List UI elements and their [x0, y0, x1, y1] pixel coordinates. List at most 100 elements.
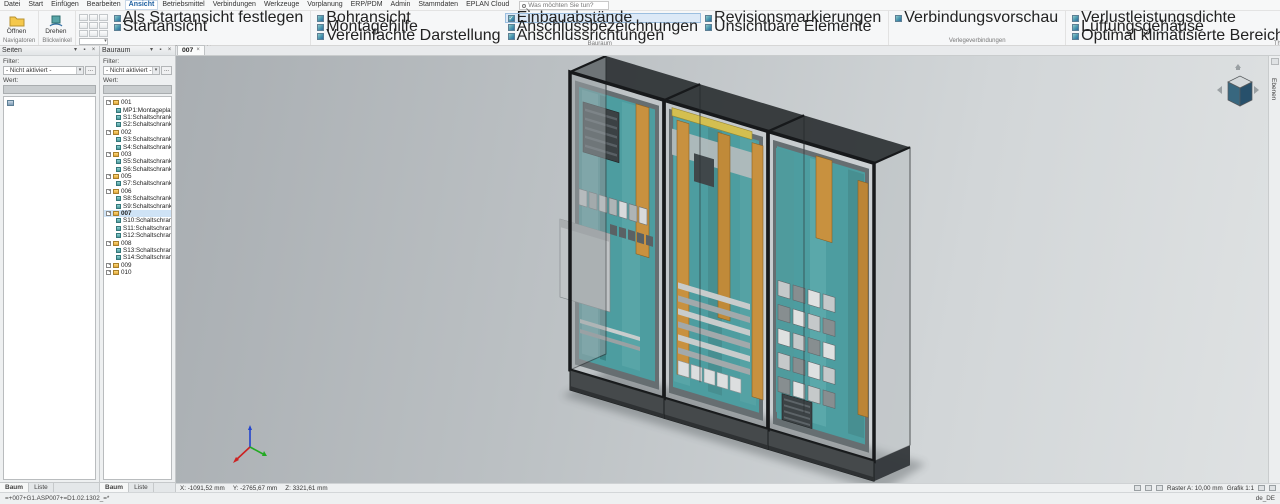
expander-icon[interactable] — [106, 152, 111, 157]
viewport-tab[interactable]: 007 × — [177, 45, 205, 55]
search-icon — [522, 4, 526, 8]
dock-icon[interactable] — [1271, 58, 1279, 65]
menu-tab[interactable]: Stammdaten — [414, 0, 462, 10]
ribbon-toggle[interactable]: Anschlussrichtungen — [506, 32, 700, 40]
tree-row[interactable]: S13:Schaltschrank — [104, 247, 171, 254]
rotate-view-button[interactable]: Drehen — [42, 12, 69, 35]
tree-row[interactable]: S4:Schaltschrank — [104, 143, 171, 150]
tree-row[interactable]: S10:Schaltschrank — [104, 217, 171, 224]
menu-tab[interactable]: Bearbeiten — [83, 0, 125, 10]
ribbon-toggle[interactable]: Vereinfachte Darstellung — [315, 32, 502, 40]
expander-icon[interactable] — [106, 241, 111, 246]
viewpoint-button[interactable] — [99, 14, 108, 21]
viewpoint-grid — [79, 14, 108, 45]
ribbon-toggle[interactable]: Unsichtbare Elemente — [703, 23, 883, 31]
ribbon-toggle[interactable]: Optimal klimatisierte Bereiche — [1070, 32, 1280, 40]
viewpoint-button[interactable] — [89, 30, 98, 37]
pin-icon[interactable]: ▪ — [81, 46, 88, 55]
chevron-down-icon[interactable]: ▾ — [72, 46, 79, 55]
panel-view-tab[interactable]: Baum — [100, 483, 129, 492]
tree-row[interactable]: 003 — [104, 151, 171, 158]
ribbon-toggle[interactable]: Startansicht — [112, 23, 306, 31]
tree-row[interactable]: S8:Schaltschrank — [104, 195, 171, 202]
tree-row[interactable]: MP1:Montageplatte — [104, 106, 171, 113]
viewpoint-button[interactable] — [89, 14, 98, 21]
chevron-down-icon[interactable]: ▾ — [148, 46, 155, 55]
layout-space-tree[interactable]: 001 MP1:Montageplatte S1:Schaltschrank S… — [103, 96, 172, 480]
tree-row[interactable]: S12:Schaltschrank — [104, 232, 171, 239]
open-navigator-button[interactable]: Öffnen — [3, 12, 30, 35]
menu-tab[interactable]: Start — [24, 0, 47, 10]
panel-header[interactable]: Bauraum ▾ ▪ × — [100, 46, 175, 56]
viewpoint-combobox[interactable] — [79, 38, 108, 45]
filter-browse-button[interactable]: ... — [85, 66, 96, 75]
chevron-down-icon[interactable]: ▾ — [76, 67, 83, 74]
panel-view-tab[interactable]: Liste — [129, 483, 154, 492]
panel-view-tab[interactable]: Liste — [29, 483, 54, 492]
value-field[interactable] — [103, 85, 172, 94]
snap-toggle-icon[interactable] — [1145, 485, 1152, 491]
viewpoint-button[interactable] — [99, 22, 108, 29]
ortho-toggle-icon[interactable] — [1156, 485, 1163, 491]
filter-combobox[interactable]: - Nicht aktiviert - ▾ — [103, 66, 160, 75]
tree-row[interactable]: S11:Schaltschrank — [104, 225, 171, 232]
close-icon[interactable]: × — [196, 46, 200, 55]
tree-row[interactable]: S7:Schaltschrank — [104, 180, 171, 187]
tree-row[interactable]: 007 — [104, 210, 171, 217]
menu-tab[interactable]: Einfügen — [47, 0, 83, 10]
status-icon[interactable] — [1269, 485, 1276, 491]
viewpoint-button[interactable] — [79, 22, 88, 29]
project-node-icon[interactable] — [7, 100, 14, 106]
tree-row[interactable]: S5:Schaltschrank — [104, 158, 171, 165]
expander-icon[interactable] — [106, 189, 111, 194]
tree-row[interactable]: S2:Schaltschrank — [104, 121, 171, 128]
tree-row[interactable]: 006 — [104, 188, 171, 195]
pin-icon[interactable]: ▪ — [157, 46, 164, 55]
expander-icon[interactable] — [106, 263, 111, 268]
help-search-input[interactable] — [528, 2, 606, 9]
tree-row[interactable]: 001 — [104, 99, 171, 106]
layers-side-tab[interactable]: Ebenen — [1270, 78, 1277, 100]
viewpoint-button[interactable] — [99, 30, 108, 37]
tree-row[interactable]: 002 — [104, 129, 171, 136]
node-icon — [113, 189, 119, 194]
tree-row[interactable]: S14:Schaltschrank — [104, 254, 171, 261]
tree-row[interactable]: 010 — [104, 269, 171, 276]
status-icon[interactable] — [1258, 485, 1265, 491]
expander-icon[interactable] — [106, 100, 111, 105]
toggle-icon — [317, 33, 324, 40]
cabinet-3d-model[interactable] — [176, 56, 1280, 483]
ribbon-toggle[interactable]: Verbindungsvorschau — [893, 14, 1060, 22]
viewport-canvas[interactable]: Ebenen — [176, 56, 1280, 483]
viewpoint-button[interactable] — [79, 14, 88, 21]
chevron-down-icon[interactable]: ▾ — [152, 67, 159, 74]
grid-toggle-icon[interactable] — [1134, 485, 1141, 491]
viewpoint-button[interactable] — [79, 30, 88, 37]
tree-row[interactable]: S1:Schaltschrank — [104, 114, 171, 121]
tree-row[interactable]: 009 — [104, 262, 171, 269]
expander-icon[interactable] — [106, 270, 111, 275]
menu-tab[interactable]: Datei — [0, 0, 24, 10]
viewpoint-button[interactable] — [89, 22, 98, 29]
filter-browse-button[interactable]: ... — [161, 66, 172, 75]
node-icon — [116, 167, 121, 172]
tree-row[interactable]: S3:Schaltschrank — [104, 136, 171, 143]
tree-row[interactable]: S6:Schaltschrank — [104, 166, 171, 173]
panel-header[interactable]: Seiten ▾ ▪ × — [0, 46, 99, 56]
close-icon[interactable]: × — [90, 46, 97, 55]
expander-icon[interactable] — [106, 130, 111, 135]
toggle-icon — [705, 24, 712, 31]
expander-icon[interactable] — [106, 211, 111, 216]
node-icon — [116, 145, 121, 150]
expander-icon[interactable] — [106, 174, 111, 179]
tree-row[interactable]: 008 — [104, 239, 171, 246]
value-field[interactable] — [3, 85, 96, 94]
panel-view-tab[interactable]: Baum — [0, 483, 29, 492]
tree-row[interactable]: 005 — [104, 173, 171, 180]
close-icon[interactable]: × — [166, 46, 173, 55]
menu-tab[interactable]: EPLAN Cloud — [462, 0, 513, 10]
filter-combobox[interactable]: - Nicht aktiviert - ▾ — [3, 66, 84, 75]
tree-row[interactable]: S9:Schaltschrank — [104, 202, 171, 209]
view-cube[interactable] — [1214, 62, 1262, 116]
pages-tree[interactable] — [3, 96, 96, 480]
